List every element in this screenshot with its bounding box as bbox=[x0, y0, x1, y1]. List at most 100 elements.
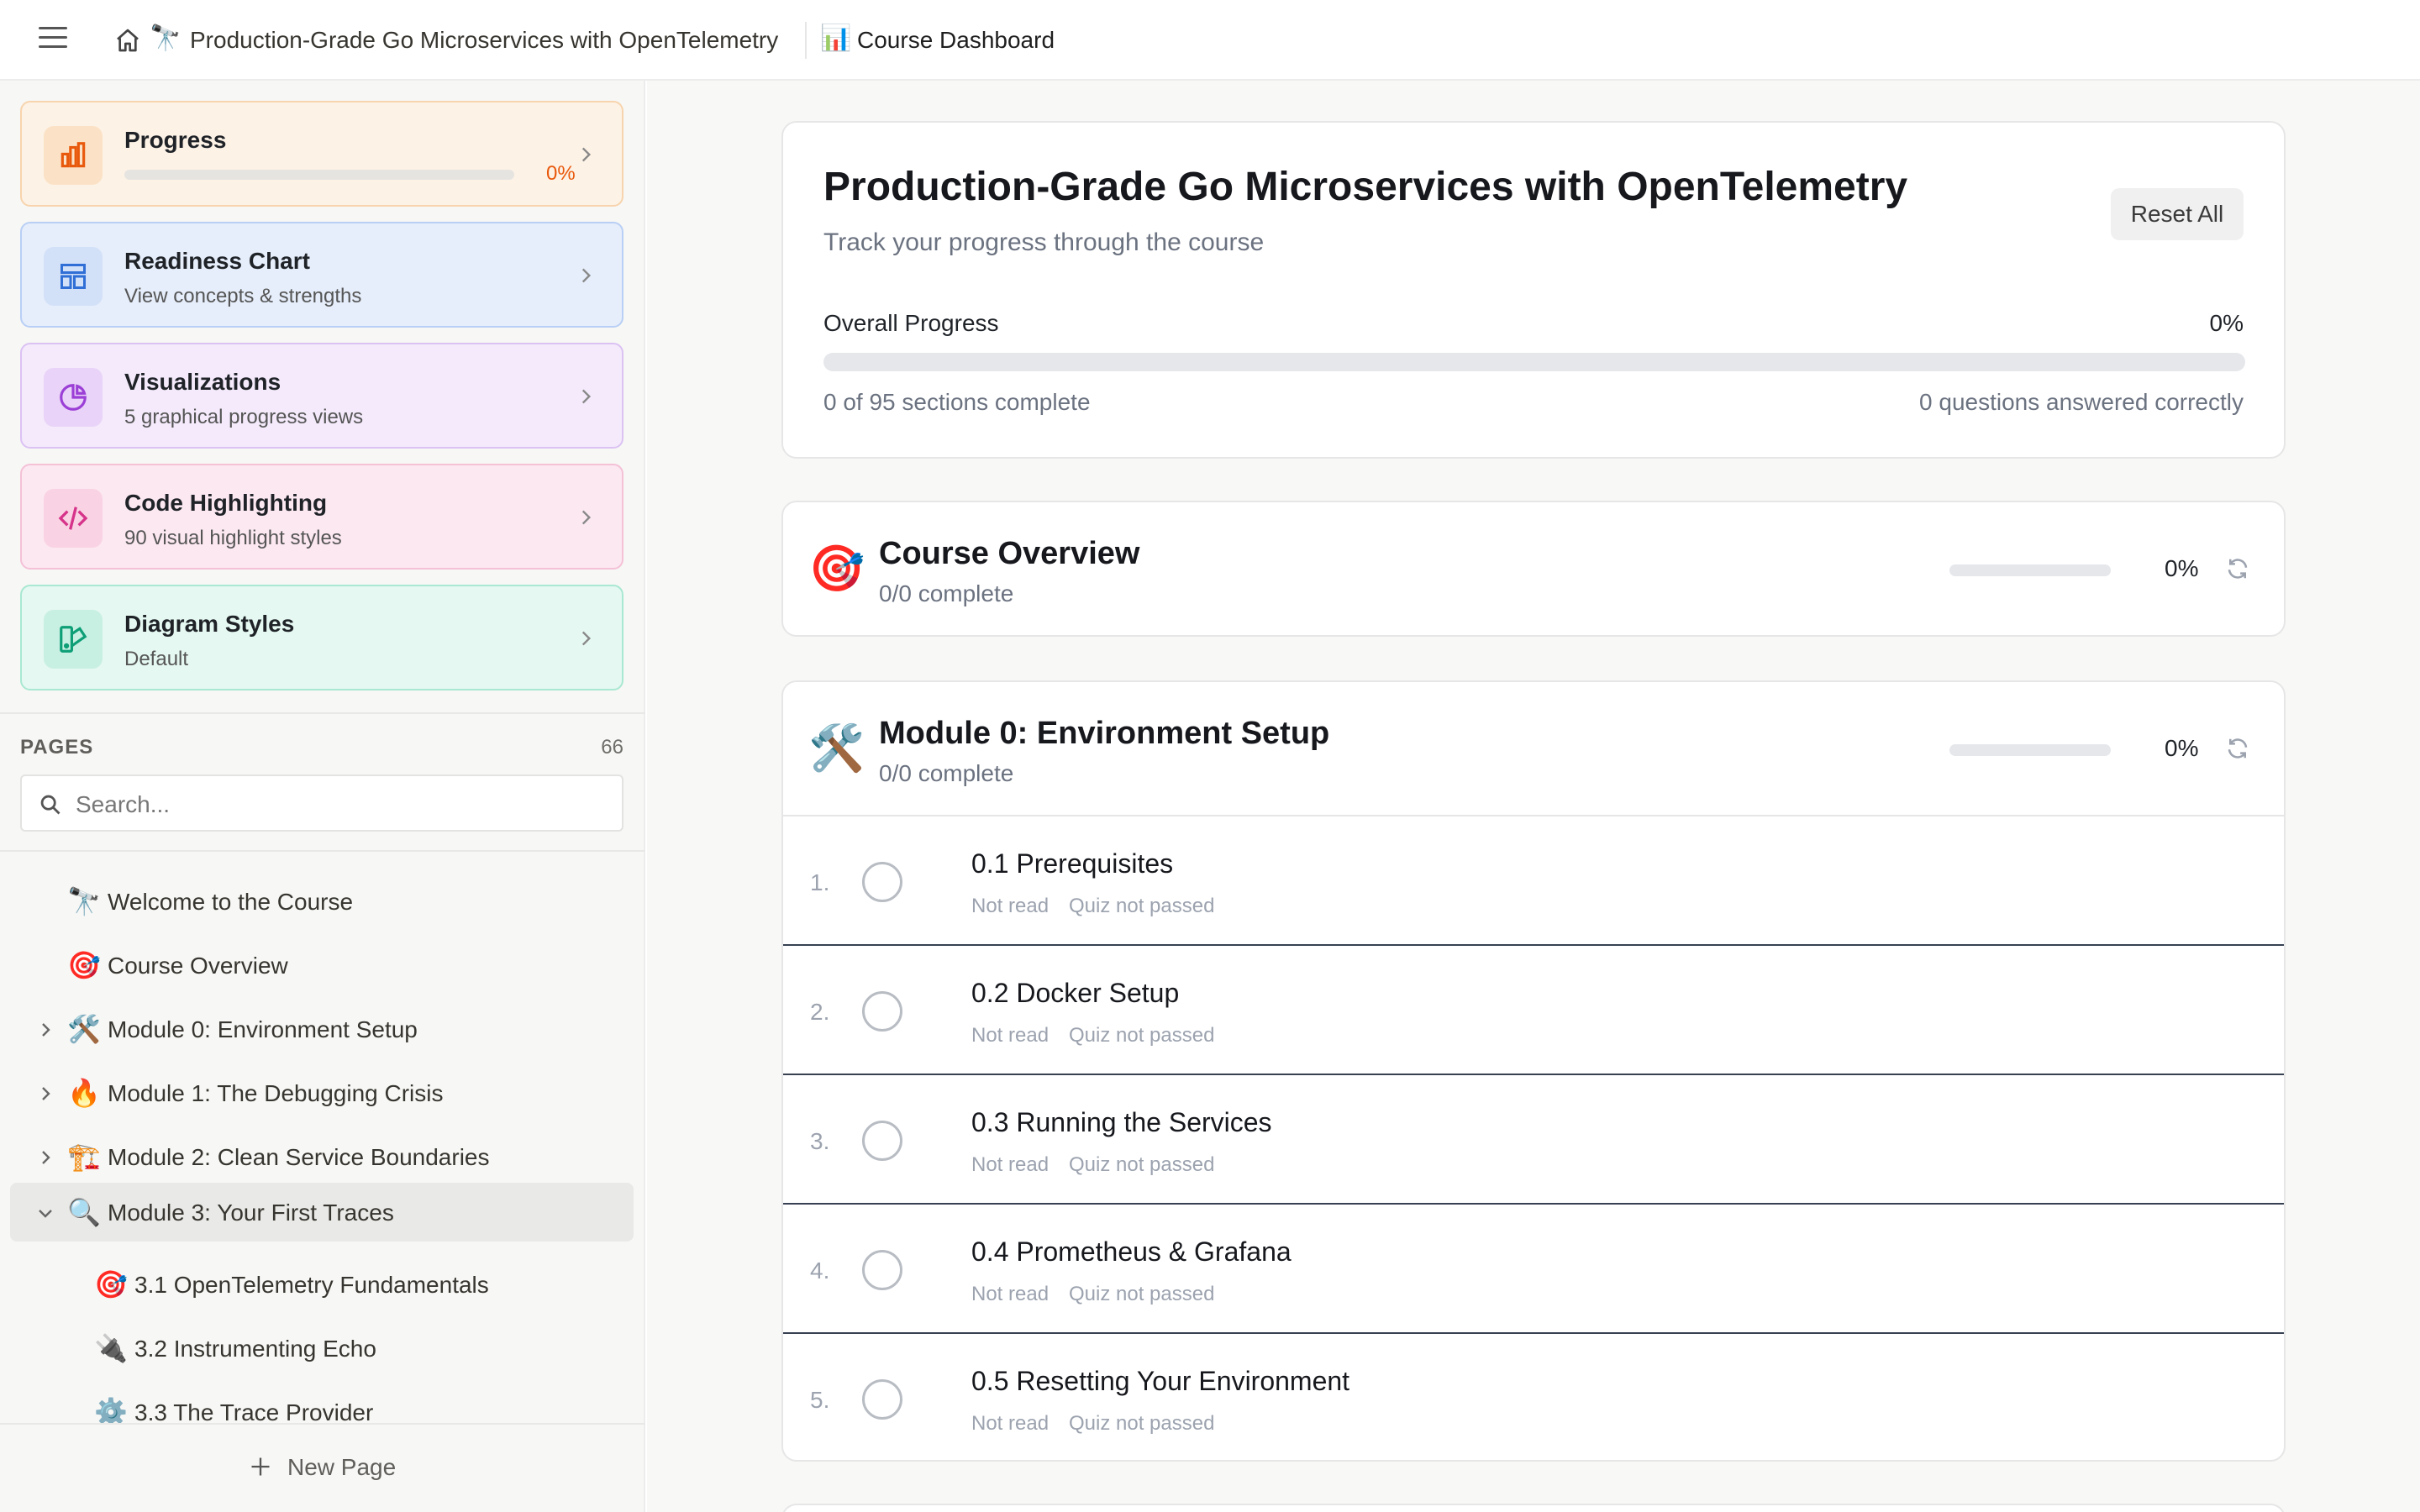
chevron-right-icon bbox=[581, 147, 592, 162]
module-header[interactable]: 🎯 Course Overview 0/0 complete 0% bbox=[783, 502, 2284, 637]
readiness-card-subtitle: View concepts & strengths bbox=[124, 285, 362, 307]
overall-progress-label: Overall Progress bbox=[823, 310, 999, 336]
overall-progress-value: 0% bbox=[2209, 310, 2244, 336]
chevron-right-icon[interactable] bbox=[35, 1084, 55, 1104]
chevron-right-icon[interactable] bbox=[35, 1147, 55, 1168]
code-card-subtitle: 90 visual highlight styles bbox=[124, 527, 342, 549]
lesson-row[interactable]: 1. 0.1 Prerequisites Not read Quiz not p… bbox=[783, 816, 2284, 946]
pie-chart-icon bbox=[44, 368, 103, 427]
chevron-right-icon bbox=[581, 389, 592, 404]
tree-item-label: Module 3: Your First Traces bbox=[108, 1200, 394, 1226]
search-icon bbox=[40, 795, 60, 815]
main-content: Production-Grade Go Microservices with O… bbox=[647, 81, 2420, 1512]
lesson-row[interactable]: 4. 0.4 Prometheus & Grafana Not read Qui… bbox=[783, 1205, 2284, 1334]
home-icon[interactable] bbox=[114, 27, 141, 54]
tree-item-3-2[interactable]: 🔌 3.2 Instrumenting Echo bbox=[10, 1319, 634, 1378]
lesson-complete-checkbox[interactable] bbox=[862, 1250, 902, 1290]
progress-card-title: Progress bbox=[124, 127, 227, 153]
next-module-panel bbox=[781, 1504, 2286, 1512]
tree-item-emoji: 🔍 bbox=[67, 1197, 101, 1227]
lesson-row[interactable]: 2. 0.2 Docker Setup Not read Quiz not pa… bbox=[783, 946, 2284, 1075]
chevron-down-icon[interactable] bbox=[35, 1203, 55, 1223]
module-subtitle: 0/0 complete bbox=[879, 580, 1014, 606]
tree-item-emoji: 🎯 bbox=[94, 1269, 128, 1299]
reset-all-button[interactable]: Reset All bbox=[2111, 188, 2244, 240]
sidebar-divider bbox=[0, 850, 645, 852]
tree-item-emoji: 🔭 bbox=[67, 886, 101, 916]
tree-item-module-3[interactable]: 🔍 Module 3: Your First Traces bbox=[10, 1183, 634, 1242]
menu-icon[interactable] bbox=[39, 27, 67, 54]
chevron-right-icon bbox=[581, 631, 592, 646]
lesson-title: 0.1 Prerequisites bbox=[971, 848, 1174, 879]
tree-item-module-1[interactable]: 🔥 Module 1: The Debugging Crisis bbox=[10, 1063, 634, 1122]
lesson-read-status: Not read bbox=[971, 1153, 1050, 1176]
module-header[interactable]: 🛠️ Module 0: Environment Setup 0/0 compl… bbox=[783, 682, 2284, 816]
lesson-complete-checkbox[interactable] bbox=[862, 991, 902, 1032]
refresh-icon[interactable] bbox=[2225, 736, 2250, 761]
breadcrumb-course-link[interactable]: Production-Grade Go Microservices with O… bbox=[190, 25, 778, 55]
lesson-read-status: Not read bbox=[971, 1283, 1050, 1305]
search-input[interactable] bbox=[76, 786, 597, 823]
plus-icon bbox=[251, 1457, 270, 1476]
lesson-number: 2. bbox=[810, 999, 830, 1025]
lesson-row[interactable]: 3. 0.3 Running the Services Not read Qui… bbox=[783, 1075, 2284, 1205]
module-progress-value: 0% bbox=[2165, 735, 2199, 761]
chevron-right-icon bbox=[581, 510, 592, 525]
code-card-title: Code Highlighting bbox=[124, 490, 328, 516]
page-title: Course Dashboard bbox=[857, 27, 1055, 53]
tree-item-emoji: 🔌 bbox=[94, 1333, 128, 1363]
palette-icon bbox=[44, 610, 103, 669]
code-highlighting-card[interactable]: Code Highlighting 90 visual highlight st… bbox=[20, 464, 623, 570]
tree-item-label: 3.3 The Trace Provider bbox=[134, 1399, 374, 1423]
lesson-complete-checkbox[interactable] bbox=[862, 862, 902, 902]
visualizations-card-title: Visualizations bbox=[124, 369, 281, 395]
lesson-title: 0.5 Resetting Your Environment bbox=[971, 1366, 1350, 1396]
lesson-quiz-status: Quiz not passed bbox=[1069, 1283, 1215, 1305]
lesson-complete-checkbox[interactable] bbox=[862, 1379, 902, 1420]
tree-item-3-1[interactable]: 🎯 3.1 OpenTelemetry Fundamentals bbox=[10, 1255, 634, 1314]
page-emoji: 📊 bbox=[820, 24, 852, 52]
search-box bbox=[20, 774, 623, 832]
tree-item-module-0[interactable]: 🛠️ Module 0: Environment Setup bbox=[10, 1000, 634, 1058]
tree-item-module-2[interactable]: 🏗️ Module 2: Clean Service Boundaries bbox=[10, 1127, 634, 1186]
tree-item-label: 3.1 OpenTelemetry Fundamentals bbox=[134, 1272, 489, 1298]
bar-chart-icon bbox=[44, 126, 103, 185]
tree-item-welcome[interactable]: 🔭 Welcome to the Course bbox=[10, 872, 634, 931]
lesson-complete-checkbox[interactable] bbox=[862, 1121, 902, 1161]
lesson-read-status: Not read bbox=[971, 1024, 1050, 1047]
tree-item-emoji: 🛠️ bbox=[67, 1014, 101, 1044]
diagram-card-subtitle: Default bbox=[124, 648, 189, 670]
lesson-title: 0.3 Running the Services bbox=[971, 1107, 1272, 1137]
tree-item-label: Course Overview bbox=[108, 953, 288, 979]
module-title: Module 0: Environment Setup bbox=[879, 716, 1330, 751]
course-title: Production-Grade Go Microservices with O… bbox=[823, 165, 1908, 209]
new-page-button[interactable]: New Page bbox=[0, 1423, 645, 1512]
lesson-number: 4. bbox=[810, 1257, 830, 1284]
chevron-right-icon[interactable] bbox=[35, 1020, 55, 1040]
diagram-styles-card[interactable]: Diagram Styles Default bbox=[20, 585, 623, 690]
pages-section-label: PAGES bbox=[20, 736, 94, 759]
tree-item-3-3[interactable]: ⚙️ 3.3 The Trace Provider bbox=[10, 1383, 634, 1423]
top-bar: 🔭 Production-Grade Go Microservices with… bbox=[0, 0, 2420, 81]
layout-icon bbox=[44, 247, 103, 306]
progress-card[interactable]: Progress 0% bbox=[20, 101, 623, 207]
breadcrumb-emoji: 🔭 bbox=[150, 24, 182, 52]
chevron-right-icon bbox=[581, 268, 592, 283]
tree-item-label: Module 0: Environment Setup bbox=[108, 1016, 418, 1042]
course-subtitle: Track your progress through the course bbox=[823, 228, 1265, 256]
tree-item-emoji: 🎯 bbox=[67, 950, 101, 980]
visualizations-card[interactable]: Visualizations 5 graphical progress view… bbox=[20, 343, 623, 449]
lesson-title: 0.2 Docker Setup bbox=[971, 978, 1180, 1008]
new-page-label: New Page bbox=[287, 1454, 397, 1480]
lesson-quiz-status: Quiz not passed bbox=[1069, 1024, 1215, 1047]
lesson-row[interactable]: 5. 0.5 Resetting Your Environment Not re… bbox=[783, 1334, 2284, 1463]
module-subtitle: 0/0 complete bbox=[879, 760, 1014, 786]
breadcrumb-divider bbox=[805, 22, 807, 59]
refresh-icon[interactable] bbox=[2225, 556, 2250, 581]
lesson-number: 5. bbox=[810, 1387, 830, 1413]
lesson-read-status: Not read bbox=[971, 895, 1050, 917]
tree-item-emoji: 🔥 bbox=[67, 1078, 101, 1108]
readiness-chart-card[interactable]: Readiness Chart View concepts & strength… bbox=[20, 222, 623, 328]
lesson-quiz-status: Quiz not passed bbox=[1069, 895, 1215, 917]
tree-item-course-overview[interactable]: 🎯 Course Overview bbox=[10, 936, 634, 995]
